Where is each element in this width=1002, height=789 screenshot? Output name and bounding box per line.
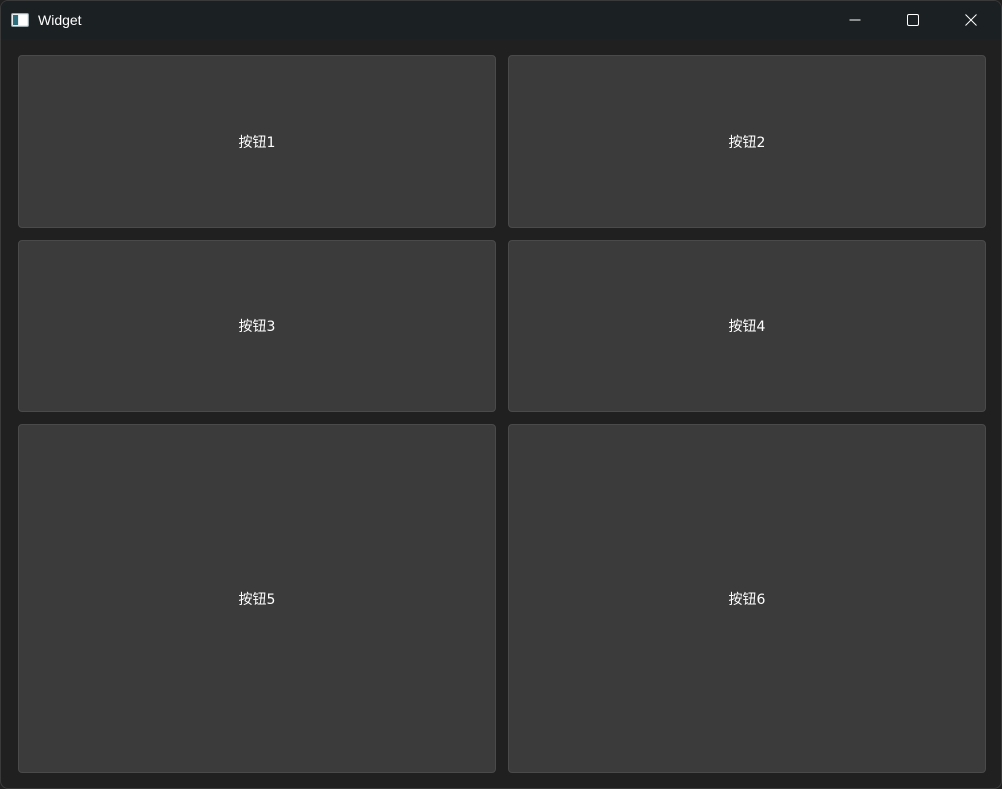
minimize-button[interactable]: [826, 1, 884, 39]
maximize-button[interactable]: [884, 1, 942, 39]
button-6[interactable]: 按钮6: [508, 424, 986, 773]
button-4[interactable]: 按钮4: [508, 240, 986, 412]
button-3-label: 按钮3: [238, 319, 276, 335]
window-title: Widget: [38, 12, 82, 28]
button-5[interactable]: 按钮5: [18, 424, 496, 773]
button-1[interactable]: 按钮1: [18, 55, 496, 228]
minimize-icon: [849, 14, 861, 26]
button-2[interactable]: 按钮2: [508, 55, 986, 228]
close-button[interactable]: [942, 1, 1000, 39]
app-window-icon: [11, 12, 29, 27]
maximize-icon: [907, 14, 919, 26]
close-icon: [965, 14, 977, 26]
title-bar[interactable]: Widget: [1, 1, 1001, 39]
app-window: Widget 按钮1 按钮2 按钮3 按钮4 按钮5 按钮6: [0, 0, 1002, 789]
button-1-label: 按钮1: [238, 134, 276, 151]
button-6-label: 按钮6: [728, 591, 766, 608]
button-5-label: 按钮5: [238, 591, 276, 608]
button-2-label: 按钮2: [728, 134, 766, 151]
button-4-label: 按钮4: [728, 319, 766, 335]
button-3[interactable]: 按钮3: [18, 240, 496, 412]
